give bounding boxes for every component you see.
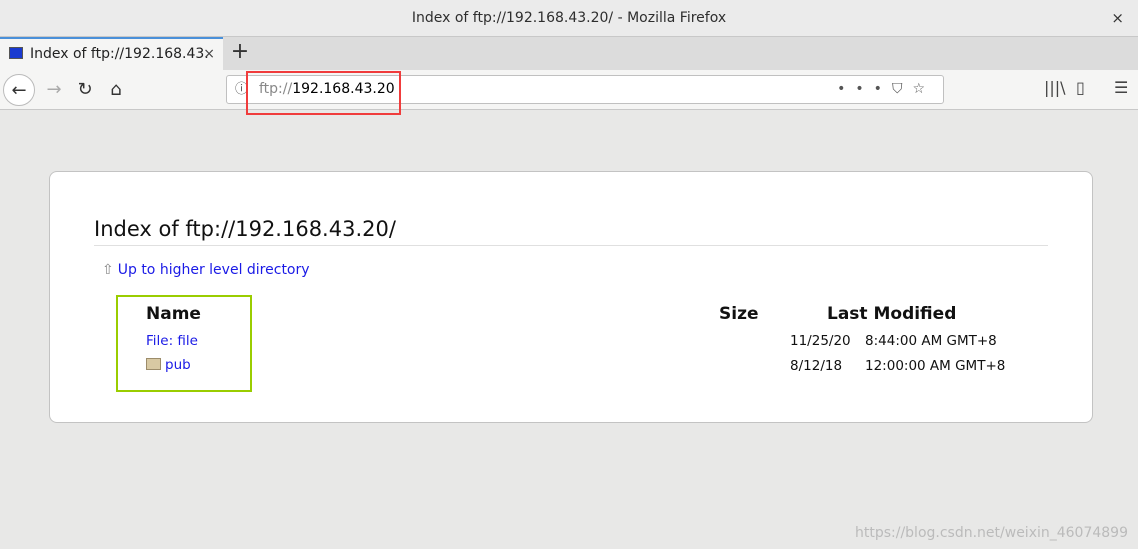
up-arrow-icon: ⇧ [102, 262, 114, 278]
window-titlebar: Index of ftp://192.168.43.20/ - Mozilla … [0, 0, 1138, 37]
highlight-box-url [246, 71, 401, 115]
row-time: 8:44:00 AM GMT+8 [865, 333, 997, 349]
tab-close-icon[interactable]: × [203, 39, 215, 69]
row-date: 8/12/18 [790, 358, 843, 374]
highlight-box-names [116, 295, 252, 392]
forward-button[interactable]: → [38, 74, 70, 106]
tab-label: Index of ftp://192.168.43. [30, 46, 209, 62]
header-size[interactable]: Size [719, 304, 759, 324]
pocket-icon[interactable]: ⛉ [892, 81, 913, 97]
tab-bar: Index of ftp://192.168.43. × + [0, 37, 1138, 70]
sidebar-icon[interactable]: ▯ [1076, 78, 1085, 97]
bookmark-star-icon[interactable]: ☆ [912, 81, 935, 97]
page-title: Index of ftp://192.168.43.20/ [94, 217, 1048, 246]
window-title: Index of ftp://192.168.43.20/ - Mozilla … [411, 10, 727, 26]
menu-icon[interactable]: ☰ [1114, 78, 1128, 97]
row-time: 12:00:00 AM GMT+8 [865, 358, 1006, 374]
reload-button[interactable]: ↻ [69, 74, 101, 106]
more-actions-icon[interactable]: ••• [837, 81, 892, 97]
computer-icon [9, 47, 23, 59]
home-button[interactable]: ⌂ [100, 74, 132, 106]
close-window-icon[interactable]: × [1111, 0, 1124, 36]
watermark: https://blog.csdn.net/weixin_46074899 [854, 525, 1128, 541]
new-tab-button[interactable]: + [228, 37, 252, 70]
up-directory-link[interactable]: Up to higher level directory [118, 262, 310, 278]
header-modified[interactable]: Last Modified [827, 304, 956, 324]
back-button[interactable]: ← [3, 74, 35, 106]
library-icon[interactable]: |||\ [1044, 78, 1066, 97]
tab-ftp-index[interactable]: Index of ftp://192.168.43. × [0, 37, 223, 70]
navigation-toolbar: ← → ↻ ⌂ ⓘ ftp://192.168.43.20 •••⛉☆ [0, 70, 1138, 110]
row-date: 11/25/20 [790, 333, 851, 349]
